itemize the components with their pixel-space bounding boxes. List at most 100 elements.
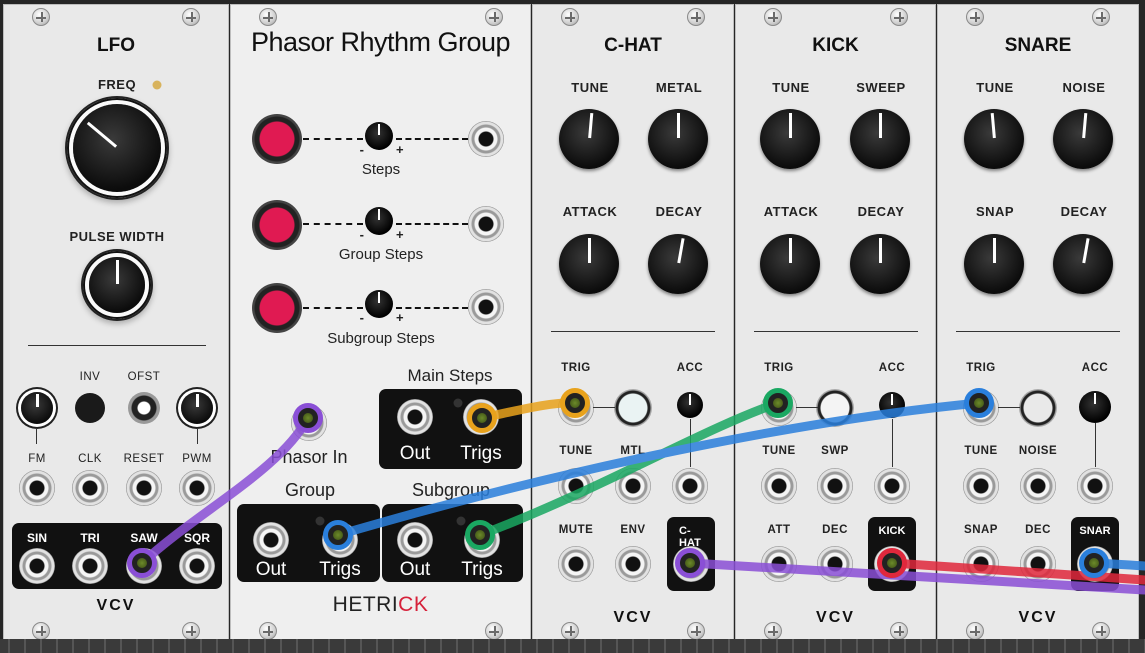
subgroup-steps-button[interactable] xyxy=(252,283,302,333)
tune-knob[interactable] xyxy=(559,109,619,169)
plus-label: + xyxy=(395,310,405,325)
freq-knob[interactable] xyxy=(67,98,167,198)
clk-input-jack[interactable] xyxy=(72,470,108,506)
att-cv-jack[interactable] xyxy=(761,546,797,582)
subgroup-box: Out Trigs xyxy=(382,504,523,582)
fm-input-jack[interactable] xyxy=(19,470,55,506)
minus-label: - xyxy=(359,310,365,325)
lfo-outputs-box: SIN TRI SAW SQR xyxy=(12,523,222,589)
acc-cv-jack[interactable] xyxy=(1077,468,1113,504)
tune-knob[interactable] xyxy=(964,109,1024,169)
ofst-button[interactable] xyxy=(128,392,160,424)
sqr-output-jack[interactable] xyxy=(179,548,215,584)
acc-knob[interactable] xyxy=(879,392,905,418)
trig-label: TRIG xyxy=(764,362,794,374)
trig-button[interactable] xyxy=(816,389,854,427)
group-steps-cv-jack[interactable] xyxy=(468,206,504,242)
noise-cv-label: NOISE xyxy=(1018,445,1058,457)
attack-knob[interactable] xyxy=(760,234,820,294)
tri-output-jack[interactable] xyxy=(72,548,108,584)
pwm-attenuator-knob[interactable] xyxy=(181,392,213,424)
screw-icon xyxy=(966,622,984,640)
sin-label: SIN xyxy=(26,531,48,545)
group-steps-knob[interactable] xyxy=(365,207,393,235)
group-steps-button[interactable] xyxy=(252,200,302,250)
acc-knob[interactable] xyxy=(677,392,703,418)
swp-cv-jack[interactable] xyxy=(817,468,853,504)
reset-input-jack[interactable] xyxy=(126,470,162,506)
plug-kick-trig[interactable] xyxy=(763,388,793,418)
mute-input-jack[interactable] xyxy=(558,546,594,582)
acc-knob[interactable] xyxy=(1079,391,1111,423)
divider xyxy=(754,331,918,332)
tune-cv-jack[interactable] xyxy=(963,468,999,504)
inv-button[interactable] xyxy=(75,393,105,423)
subgroup-steps-knob[interactable] xyxy=(365,290,393,318)
plug-subgroup-trigs[interactable] xyxy=(465,520,495,550)
snap-cv-jack[interactable] xyxy=(963,546,999,582)
subgroup-steps-cv-jack[interactable] xyxy=(468,289,504,325)
sweep-knob[interactable] xyxy=(850,109,910,169)
plug-main-trigs[interactable] xyxy=(467,403,497,433)
decay-knob[interactable] xyxy=(1053,234,1113,294)
dec-cv-label: DEC xyxy=(1025,524,1051,536)
plug-snare-trig[interactable] xyxy=(964,388,994,418)
steps-button[interactable] xyxy=(252,114,302,164)
plug-group-trigs[interactable] xyxy=(323,520,353,550)
trig-label: TRIG xyxy=(966,362,996,374)
subgroup-led xyxy=(456,516,466,526)
fm-label: FM xyxy=(28,453,46,465)
snap-knob[interactable] xyxy=(964,234,1024,294)
subgroup-steps-label: Subgroup Steps xyxy=(327,330,435,347)
group-out-jack[interactable] xyxy=(253,522,289,558)
env-output-jack[interactable] xyxy=(615,546,651,582)
plug-snare-out[interactable] xyxy=(1079,548,1109,578)
acc-cv-jack[interactable] xyxy=(672,468,708,504)
plug-chat-trig[interactable] xyxy=(560,388,590,418)
tune-label: TUNE xyxy=(976,80,1014,95)
trig-button[interactable] xyxy=(614,389,652,427)
plug-phasor-in[interactable] xyxy=(293,403,323,433)
acc-cv-jack[interactable] xyxy=(874,468,910,504)
dec-cv-jack[interactable] xyxy=(1020,546,1056,582)
pwm-input-jack[interactable] xyxy=(179,470,215,506)
att-label: ATT xyxy=(767,524,791,536)
steps-knob[interactable] xyxy=(365,122,393,150)
decay-label: DECAY xyxy=(655,204,703,219)
steps-cv-jack[interactable] xyxy=(468,121,504,157)
noise-knob[interactable] xyxy=(1053,109,1113,169)
trigs-label: Trigs xyxy=(319,559,361,580)
hetrick-logo: HETRICK xyxy=(231,593,530,617)
attack-knob[interactable] xyxy=(559,234,619,294)
output-label: SNAR xyxy=(1079,525,1111,537)
subgroup-out-jack[interactable] xyxy=(397,522,433,558)
tune-knob[interactable] xyxy=(760,109,820,169)
noise-cv-jack[interactable] xyxy=(1020,468,1056,504)
out-label: Out xyxy=(399,443,431,464)
connector-line xyxy=(796,407,818,408)
dec-cv-jack[interactable] xyxy=(817,546,853,582)
dash-line xyxy=(396,223,468,225)
plug-lfo-saw[interactable] xyxy=(127,548,157,578)
tune-label: TUNE xyxy=(772,80,810,95)
decay-knob[interactable] xyxy=(648,234,708,294)
tune-cv-jack[interactable] xyxy=(761,468,797,504)
dash-line xyxy=(396,307,468,309)
vcv-logo: VCV xyxy=(1018,609,1058,626)
trig-button[interactable] xyxy=(1019,389,1057,427)
decay-knob[interactable] xyxy=(850,234,910,294)
tune-cv-jack[interactable] xyxy=(558,468,594,504)
sin-output-jack[interactable] xyxy=(19,548,55,584)
plug-kick-out[interactable] xyxy=(877,548,907,578)
screw-icon xyxy=(259,622,277,640)
screw-icon xyxy=(561,8,579,26)
module-title: C-HAT xyxy=(604,35,662,56)
metal-knob[interactable] xyxy=(648,109,708,169)
pulse-width-knob[interactable] xyxy=(83,251,151,319)
mtl-cv-jack[interactable] xyxy=(615,468,651,504)
main-out-jack[interactable] xyxy=(397,399,433,435)
main-led xyxy=(453,398,463,408)
connector-line xyxy=(690,419,691,467)
plug-chat-out[interactable] xyxy=(675,548,705,578)
fm-attenuator-knob[interactable] xyxy=(21,392,53,424)
